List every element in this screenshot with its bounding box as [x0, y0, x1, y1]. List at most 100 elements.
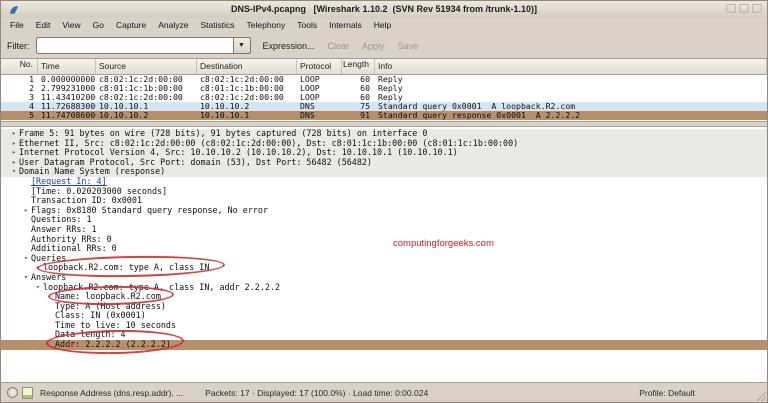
menu-item-internals[interactable]: Internals — [323, 18, 368, 33]
expander-collapsed-icon[interactable]: ▸ — [9, 148, 19, 158]
save-button[interactable]: Save — [398, 41, 419, 51]
menu-item-statistics[interactable]: Statistics — [194, 18, 240, 33]
expander-collapsed-icon[interactable]: ▸ — [33, 263, 43, 273]
packet-row-4[interactable]: 4 11.726883000 10.10.10.1 10.10.10.2 DNS 75 St… — [1, 102, 767, 111]
detail-text: Class: IN (0x0001) — [55, 311, 146, 321]
detail-text: Transaction ID: 0x0001 — [31, 196, 142, 206]
close-button[interactable] — [752, 4, 762, 13]
expander-collapsed-icon[interactable]: ▸ — [21, 206, 31, 216]
detail-line[interactable]: ▾ Queries — [1, 254, 767, 264]
detail-line[interactable]: [Time: 0.020203000 seconds] — [1, 187, 767, 197]
packet-list: 1 0.000000000 c8:02:1c:2d:00:00 c8:02:1c:2d… — [1, 75, 767, 121]
packet-cell: 0.000000000 — [41, 75, 96, 84]
menu-item-help[interactable]: Help — [368, 18, 397, 33]
expander-expanded-icon[interactable]: ▾ — [9, 167, 19, 177]
packet-cell: 11.434102000 — [41, 93, 96, 102]
expander-collapsed-icon[interactable]: ▸ — [9, 129, 19, 139]
filter-dropdown-button[interactable]: ▼ — [233, 37, 251, 54]
filter-label: Filter: — [7, 40, 30, 51]
detail-line[interactable]: Time to live: 10 seconds — [1, 321, 767, 331]
status-profile[interactable]: Profile: Default — [639, 388, 695, 398]
packet-cell: 10.10.10.2 — [99, 111, 149, 120]
filter-toolbar: Filter: ▼ Expression... Clear Apply Save — [1, 33, 767, 59]
detail-line[interactable]: ▸ Frame 5: 91 bytes on wire (728 bits), 9… — [1, 129, 767, 139]
detail-text: [Time: 0.020203000 seconds] — [31, 186, 168, 196]
packet-row-1[interactable]: 1 0.000000000 c8:02:1c:2d:00:00 c8:02:1c:2d… — [1, 75, 767, 84]
expander-collapsed-icon[interactable]: ▸ — [9, 158, 19, 168]
packet-cell: LOOP — [300, 75, 320, 84]
detail-line[interactable]: [Request In: 4] — [1, 177, 767, 187]
detail-line[interactable]: Type: A (Host address) — [1, 302, 767, 312]
detail-line[interactable]: Transaction ID: 0x0001 — [1, 196, 767, 206]
detail-text: Domain Name System (response) — [19, 167, 166, 177]
detail-line[interactable]: ▾ loopback.R2.com: type A, class IN, addr… — [1, 283, 767, 293]
detail-link[interactable]: [Request In: 4] — [31, 177, 107, 187]
expression-button[interactable]: Expression... — [263, 41, 315, 51]
packet-cell: 11.747086000 — [41, 111, 96, 120]
status-field-hint: Response Address (dns.resp.addr), ... — [40, 387, 184, 398]
menu-item-telephony[interactable]: Telephony — [241, 18, 292, 33]
menu-item-capture[interactable]: Capture — [110, 18, 152, 33]
packet-cell: 5 — [29, 111, 34, 120]
column-header-protocol[interactable]: Protocol — [297, 59, 342, 75]
expert-info-icon[interactable] — [7, 387, 18, 398]
detail-text: Additional RRs: 0 — [31, 244, 117, 254]
packet-row-3[interactable]: 3 11.434102000 c8:02:1c:2d:00:00 c8:02:1c:2… — [1, 93, 767, 102]
detail-line[interactable]: ▾ Domain Name System (response) — [1, 167, 767, 177]
packet-row-5[interactable]: 5 11.747086000 10.10.10.2 10.10.10.1 DNS 91 St… — [1, 111, 767, 120]
menu-item-analyze[interactable]: Analyze — [152, 18, 194, 33]
menu-item-go[interactable]: Go — [87, 18, 110, 33]
column-header-info[interactable]: Info — [375, 59, 767, 75]
expander-expanded-icon[interactable]: ▾ — [21, 273, 31, 283]
expander-collapsed-icon[interactable]: ▸ — [9, 139, 19, 149]
detail-line[interactable]: ▸ Ethernet II, Src: c8:02:1c:2d:00:00 (c8… — [1, 138, 767, 149]
status-bar: Response Address (dns.resp.addr), ... Pa… — [1, 382, 767, 402]
capture-comment-icon[interactable] — [22, 386, 33, 399]
resize-grip[interactable] — [754, 389, 766, 401]
detail-line[interactable]: ▸ Internet Protocol Version 4, Src: 10.10… — [1, 148, 767, 158]
maximize-button[interactable] — [739, 4, 749, 13]
column-header-time[interactable]: Time — [38, 59, 96, 75]
column-header-no[interactable]: No. — [1, 59, 38, 75]
minimize-button[interactable] — [726, 4, 736, 13]
menu-item-tools[interactable]: Tools — [291, 18, 323, 33]
menu-item-file[interactable]: File — [4, 18, 30, 33]
packet-cell: 4 — [29, 102, 34, 111]
detail-line[interactable]: Questions: 1 — [1, 215, 767, 225]
detail-line[interactable]: Addr: 2.2.2.2 (2.2.2.2) — [1, 340, 767, 350]
menu-item-edit[interactable]: Edit — [30, 18, 57, 33]
packet-cell: 75 — [360, 102, 370, 111]
detail-text: loopback.R2.com: type A, class IN — [43, 263, 210, 273]
apply-button[interactable]: Apply — [362, 41, 385, 51]
packet-cell: LOOP — [300, 93, 320, 102]
detail-text: Flags: 0x8180 Standard query response, N… — [31, 205, 268, 215]
detail-line[interactable]: Name: loopback.R2.com — [1, 292, 767, 302]
expander-expanded-icon[interactable]: ▾ — [21, 254, 31, 264]
filter-input[interactable] — [35, 37, 234, 54]
status-packet-counts: Packets: 17 · Displayed: 17 (100.0%) · L… — [205, 387, 429, 398]
detail-line[interactable]: ▸ loopback.R2.com: type A, class IN — [1, 263, 767, 273]
packet-cell: Standard query 0x0001 A loopback.R2.com — [378, 102, 576, 111]
packet-cell: c8:02:1c:2d:00:00 — [200, 93, 284, 102]
detail-line[interactable]: Additional RRs: 0 — [1, 244, 767, 254]
detail-line[interactable]: Class: IN (0x0001) — [1, 311, 767, 321]
clear-button[interactable]: Clear — [328, 41, 350, 51]
packet-cell: 3 — [29, 93, 34, 102]
detail-line[interactable]: ▸ User Datagram Protocol, Src Port: domai… — [1, 157, 767, 168]
menu-item-view[interactable]: View — [56, 18, 86, 33]
packet-row-2[interactable]: 2 2.799231000 c8:01:1c:1b:00:00 c8:01:1c:1b… — [1, 84, 767, 93]
detail-line[interactable]: Authority RRs: 0 — [1, 235, 767, 245]
detail-line[interactable]: Data length: 4 — [1, 330, 767, 340]
expander-expanded-icon[interactable]: ▾ — [33, 283, 43, 293]
detail-line[interactable]: ▾ Answers — [1, 273, 767, 283]
column-header-source[interactable]: Source — [96, 59, 197, 75]
detail-line[interactable]: ▸ Flags: 0x8180 Standard query response, … — [1, 206, 767, 216]
detail-text: Ethernet II, Src: c8:02:1c:2d:00:00 (c8:… — [19, 138, 519, 148]
column-header-length[interactable]: Length — [342, 59, 375, 75]
detail-text: Time to live: 10 seconds — [55, 320, 177, 330]
column-header-destination[interactable]: Destination — [197, 59, 297, 75]
detail-line[interactable]: Answer RRs: 1 — [1, 225, 767, 235]
